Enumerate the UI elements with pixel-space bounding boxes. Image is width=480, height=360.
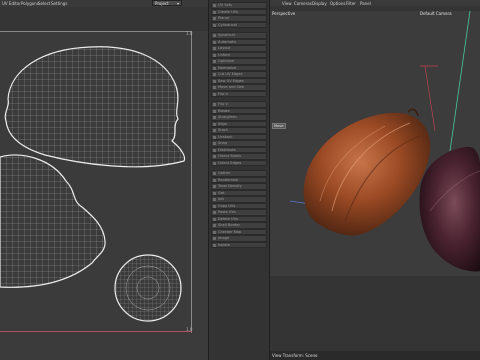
tool-label: Checker Map xyxy=(218,229,242,234)
tool-label: Spherical xyxy=(218,33,235,37)
tool-item[interactable]: Isolate xyxy=(211,241,267,248)
uv-menu-item[interactable]: Polygons xyxy=(21,1,39,6)
tool-icon xyxy=(213,243,216,247)
tool-label: Stack xyxy=(218,128,228,132)
tool-label: Cut UV Edges xyxy=(218,72,243,76)
tool-icon xyxy=(213,40,216,44)
tool-label: Snap xyxy=(218,141,228,145)
uv-toolbar xyxy=(0,7,208,32)
tool-icon xyxy=(213,92,216,96)
tool-icon xyxy=(213,155,216,158)
viewport-status-bar: View Transform: Scene xyxy=(270,351,480,360)
tool-icon xyxy=(213,122,216,126)
tool-label: Automatic xyxy=(218,39,237,44)
tool-item[interactable]: Flip U xyxy=(211,90,267,97)
uv-menu-item[interactable]: Select xyxy=(38,1,50,6)
uv-shell-disc xyxy=(114,254,182,322)
tool-icon xyxy=(213,34,216,37)
tool-icon xyxy=(213,224,216,227)
tool-label: Align xyxy=(218,121,228,126)
viewport-scene[interactable] xyxy=(270,11,480,351)
uv-shell-seed-side xyxy=(0,154,106,288)
tool-icon xyxy=(213,211,216,214)
tool-icon xyxy=(213,204,216,208)
viewport-view-label[interactable]: Perspective xyxy=(272,11,295,16)
viewport-camera-label[interactable]: Default Camera xyxy=(420,11,452,16)
tool-label: Unfold xyxy=(218,52,230,57)
tool-label: Get xyxy=(218,190,225,195)
chevron-down-icon: ▾ xyxy=(176,1,179,6)
projection-value: Project xyxy=(155,1,169,6)
uv-menu-item[interactable]: UV Editor xyxy=(2,1,21,6)
tool-label: Orient Shells xyxy=(218,154,241,158)
tool-icon xyxy=(213,142,216,145)
tool-item[interactable]: Orient Edges xyxy=(211,159,267,166)
tool-icon xyxy=(213,172,216,175)
tool-label: Paste UVs xyxy=(218,210,236,214)
uv-shells[interactable] xyxy=(0,31,208,360)
tool-label: Optimize xyxy=(218,59,235,63)
tool-icon xyxy=(213,4,216,7)
tool-icon xyxy=(213,148,216,152)
tool-icon xyxy=(213,135,216,139)
tool-label: Randomize xyxy=(218,177,238,182)
uv-shell-seed-top xyxy=(4,46,186,168)
tool-label: Normalize xyxy=(218,65,237,70)
tool-icon xyxy=(213,116,216,119)
tool-label: Cylindrical xyxy=(218,22,237,27)
tool-label: Set xyxy=(218,197,224,201)
tool-label: Texel Density xyxy=(218,184,242,188)
tool-icon xyxy=(213,10,216,14)
tool-icon xyxy=(213,198,216,201)
tool-icon xyxy=(213,103,216,106)
tool-label: Rotate xyxy=(218,108,230,113)
tool-item[interactable]: Cylindrical xyxy=(211,21,267,28)
tool-label: Image xyxy=(218,236,230,240)
tool-label: Flip V xyxy=(218,102,228,106)
tool-icon xyxy=(213,109,216,113)
tool-label: Isolate xyxy=(218,242,230,247)
tool-icon xyxy=(213,129,216,132)
tool-icon xyxy=(213,161,216,165)
tool-icon xyxy=(213,86,216,89)
tool-label: Gather xyxy=(218,171,231,175)
tool-label: Move and Sew xyxy=(218,85,245,89)
tool-label: Sew UV Edges xyxy=(218,78,244,83)
tool-label: Flip U xyxy=(218,91,229,96)
projection-dropdown[interactable]: Project ▾ xyxy=(152,0,182,6)
tool-icon xyxy=(213,185,216,188)
axis-x-line xyxy=(424,65,436,132)
tool-label: Delete UVs xyxy=(218,216,238,221)
uv-menu-item[interactable]: Settings xyxy=(51,1,67,6)
tool-label: Create UVs xyxy=(218,9,239,14)
tool-icon xyxy=(213,237,216,240)
seed-model-left xyxy=(303,112,431,236)
tool-icon xyxy=(213,53,216,57)
tool-icon xyxy=(213,23,216,27)
tool-icon xyxy=(213,178,216,182)
tool-label: Planar xyxy=(218,16,230,20)
tool-label: Unstack xyxy=(218,134,233,139)
tool-icon xyxy=(213,47,216,50)
tool-label: Orient Edges xyxy=(218,160,242,165)
tool-icon xyxy=(213,66,216,70)
move-tool-badge[interactable]: Move xyxy=(272,123,286,129)
tool-label: Layout xyxy=(218,46,231,50)
tool-icon xyxy=(213,73,216,76)
tool-label: Copy UVs xyxy=(218,203,236,208)
tool-label: Straighten xyxy=(218,115,237,119)
tool-icon xyxy=(213,217,216,221)
tool-icon xyxy=(213,230,216,234)
tool-icon xyxy=(213,17,216,20)
tool-icon xyxy=(213,79,216,83)
seed-model-right xyxy=(419,146,480,272)
tool-icon xyxy=(213,191,216,195)
tool-icon xyxy=(213,60,216,63)
tool-label: UV Sets xyxy=(218,3,233,7)
axis-y-line xyxy=(449,11,471,152)
tool-label: Distribute xyxy=(218,147,236,152)
tool-label: Shell Border xyxy=(218,223,240,227)
